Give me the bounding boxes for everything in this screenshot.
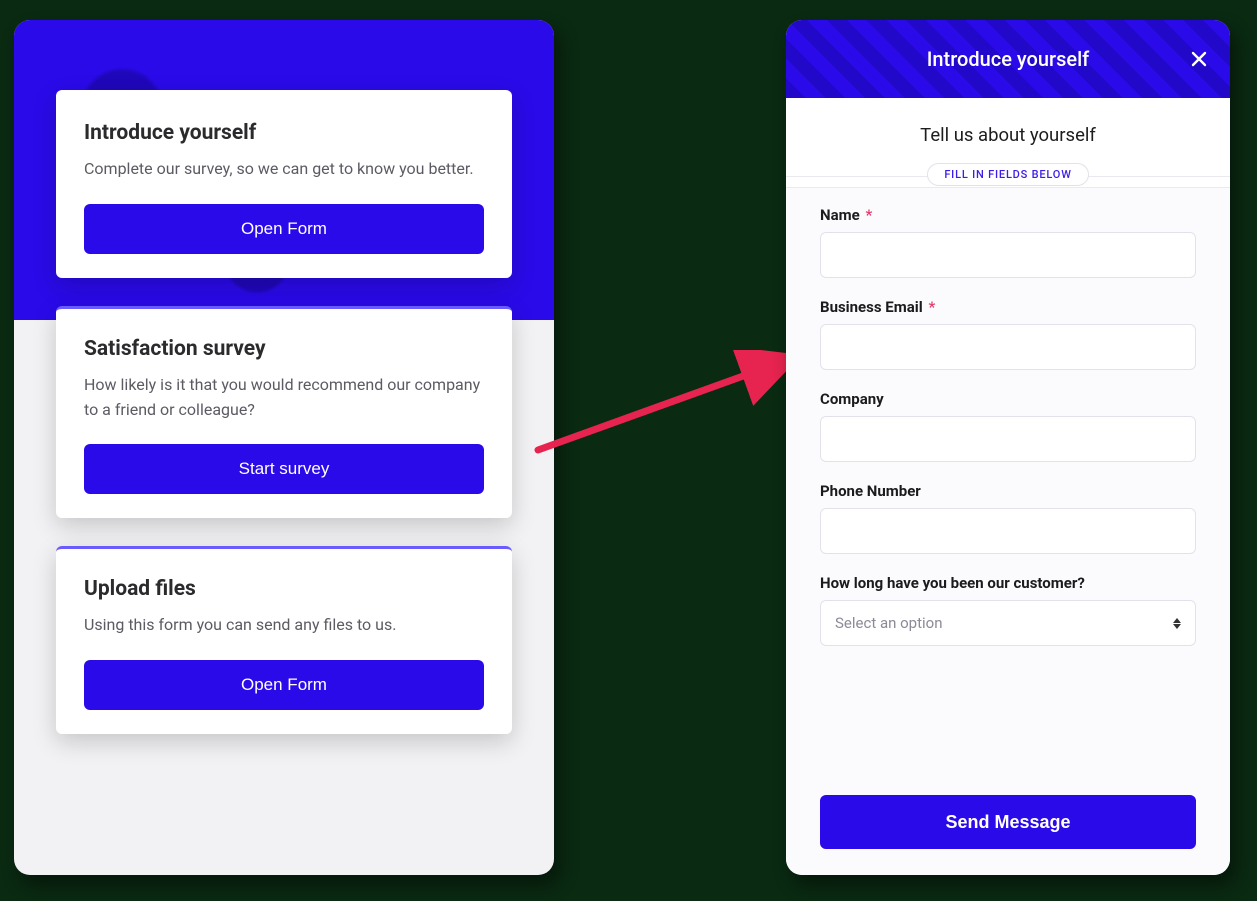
name-label: Name * bbox=[820, 206, 1196, 224]
business-email-input[interactable] bbox=[820, 324, 1196, 370]
introduce-yourself-form-panel: Introduce yourself Tell us about yoursel… bbox=[786, 20, 1230, 875]
form-footer: Send Message bbox=[786, 783, 1230, 875]
form-body: Name * Business Email * Company Phone Nu… bbox=[786, 187, 1230, 783]
open-form-button[interactable]: Open Form bbox=[84, 204, 484, 254]
company-input[interactable] bbox=[820, 416, 1196, 462]
card-description: Complete our survey, so we can get to kn… bbox=[84, 157, 484, 182]
card-title: Introduce yourself bbox=[84, 121, 484, 145]
required-mark: * bbox=[928, 298, 935, 316]
card-satisfaction-survey: Satisfaction survey How likely is it tha… bbox=[56, 306, 512, 519]
forms-list-panel: Introduce yourself Complete our survey, … bbox=[14, 20, 554, 875]
card-description: Using this form you can send any files t… bbox=[84, 613, 484, 638]
field-company: Company bbox=[820, 390, 1196, 462]
select-placeholder: Select an option bbox=[835, 614, 942, 632]
field-business-email: Business Email * bbox=[820, 298, 1196, 370]
field-phone: Phone Number bbox=[820, 482, 1196, 554]
form-header-title: Introduce yourself bbox=[927, 47, 1090, 71]
open-form-button[interactable]: Open Form bbox=[84, 660, 484, 710]
card-title: Satisfaction survey bbox=[84, 337, 484, 361]
card-upload-files: Upload files Using this form you can sen… bbox=[56, 546, 512, 734]
company-label: Company bbox=[820, 390, 1196, 408]
form-subtitle: Tell us about yourself bbox=[786, 98, 1230, 164]
card-introduce-yourself: Introduce yourself Complete our survey, … bbox=[56, 90, 512, 278]
field-customer-tenure: How long have you been our customer? Sel… bbox=[820, 574, 1196, 646]
close-icon[interactable] bbox=[1190, 50, 1208, 68]
field-name: Name * bbox=[820, 206, 1196, 278]
card-title: Upload files bbox=[84, 577, 484, 601]
start-survey-button[interactable]: Start survey bbox=[84, 444, 484, 494]
tenure-label: How long have you been our customer? bbox=[820, 574, 1196, 592]
phone-label: Phone Number bbox=[820, 482, 1196, 500]
email-label: Business Email * bbox=[820, 298, 1196, 316]
send-message-button[interactable]: Send Message bbox=[820, 795, 1196, 849]
card-description: How likely is it that you would recommen… bbox=[84, 373, 484, 423]
name-input[interactable] bbox=[820, 232, 1196, 278]
required-mark: * bbox=[865, 206, 872, 224]
label-text: Business Email bbox=[820, 298, 923, 316]
label-text: Name bbox=[820, 206, 860, 224]
fill-fields-chip: FILL IN FIELDS BELOW bbox=[927, 163, 1088, 186]
customer-tenure-select[interactable]: Select an option bbox=[820, 600, 1196, 646]
flow-arrow-icon bbox=[530, 350, 810, 460]
phone-number-input[interactable] bbox=[820, 508, 1196, 554]
card-stack: Introduce yourself Complete our survey, … bbox=[56, 90, 512, 734]
form-section-divider: FILL IN FIELDS BELOW bbox=[786, 164, 1230, 187]
form-header: Introduce yourself bbox=[786, 20, 1230, 98]
chevron-sort-icon bbox=[1173, 618, 1181, 629]
